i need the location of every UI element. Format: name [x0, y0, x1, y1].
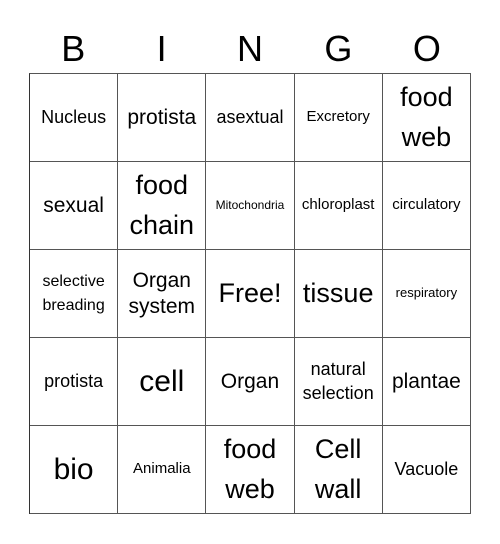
bingo-cell[interactable]: cell	[118, 338, 207, 426]
cell-text: asextual	[216, 107, 284, 128]
header-letter-n: N	[237, 28, 264, 69]
cell-text: Excretory	[306, 108, 370, 126]
bingo-cell[interactable]: asextual	[206, 74, 295, 162]
cell-text: protista	[127, 105, 197, 129]
bingo-cell[interactable]: tissue	[294, 250, 383, 338]
bingo-cell[interactable]: protista	[118, 74, 207, 162]
bingo-cell[interactable]: plantae	[382, 338, 471, 426]
cell-text: plantae	[391, 369, 461, 393]
bingo-cell[interactable]: Excretory	[294, 74, 383, 162]
cell-text: tissue	[302, 278, 374, 309]
cell-text: food web	[400, 82, 453, 152]
header-letter-g: G	[324, 28, 353, 69]
cell-text: circulatory	[392, 196, 461, 214]
header-letter-b: B	[61, 28, 86, 69]
cell-text: food chain	[129, 170, 195, 240]
cell-text: bio	[53, 452, 94, 486]
cell-text: selective breading	[42, 272, 105, 314]
cell-text: Animalia	[133, 460, 191, 478]
cell-text: Vacuole	[394, 459, 459, 480]
cell-text: Cell wall	[314, 434, 362, 504]
cell-text: Nucleus	[41, 107, 107, 128]
cell-text: Free!	[218, 278, 282, 309]
bingo-cell[interactable]: Organ	[206, 338, 295, 426]
bingo-cell[interactable]: Vacuole	[382, 426, 471, 514]
cell-text: natural selection	[302, 359, 374, 403]
bingo-card: Nucleus protista asextual Excretory food…	[29, 73, 471, 514]
bingo-cell[interactable]: Mitochondria	[206, 162, 295, 250]
bingo-cell[interactable]: protista	[30, 338, 119, 426]
cell-text: protista	[44, 371, 104, 392]
free-space[interactable]: Free!	[206, 250, 295, 338]
header-letter-i: I	[156, 28, 167, 69]
bingo-cell[interactable]: circulatory	[382, 162, 471, 250]
bingo-cell[interactable]: bio	[30, 426, 119, 514]
cell-text: Organ	[220, 369, 280, 393]
bingo-cell[interactable]: respiratory	[382, 250, 471, 338]
bingo-header: B I N G O	[29, 26, 471, 72]
cell-text: cell	[139, 364, 185, 398]
bingo-cell[interactable]: food web	[382, 74, 471, 162]
bingo-cell[interactable]: Organ system	[118, 250, 207, 338]
cell-text: chloroplast	[301, 196, 375, 214]
bingo-cell[interactable]: Nucleus	[30, 74, 119, 162]
cell-text: Mitochondria	[215, 197, 285, 212]
cell-text: respiratory	[395, 285, 458, 301]
bingo-cell[interactable]: Cell wall	[294, 426, 383, 514]
bingo-cell[interactable]: chloroplast	[294, 162, 383, 250]
bingo-cell[interactable]: food web	[206, 426, 295, 514]
bingo-cell[interactable]: sexual	[30, 162, 119, 250]
bingo-cell[interactable]: Animalia	[118, 426, 207, 514]
bingo-cell[interactable]: food chain	[118, 162, 207, 250]
bingo-cell[interactable]: selective breading	[30, 250, 119, 338]
header-letter-o: O	[412, 28, 441, 69]
cell-text: food web	[223, 434, 277, 504]
cell-text: Organ system	[128, 269, 196, 318]
cell-text: sexual	[43, 193, 104, 217]
bingo-cell[interactable]: natural selection	[294, 338, 383, 426]
